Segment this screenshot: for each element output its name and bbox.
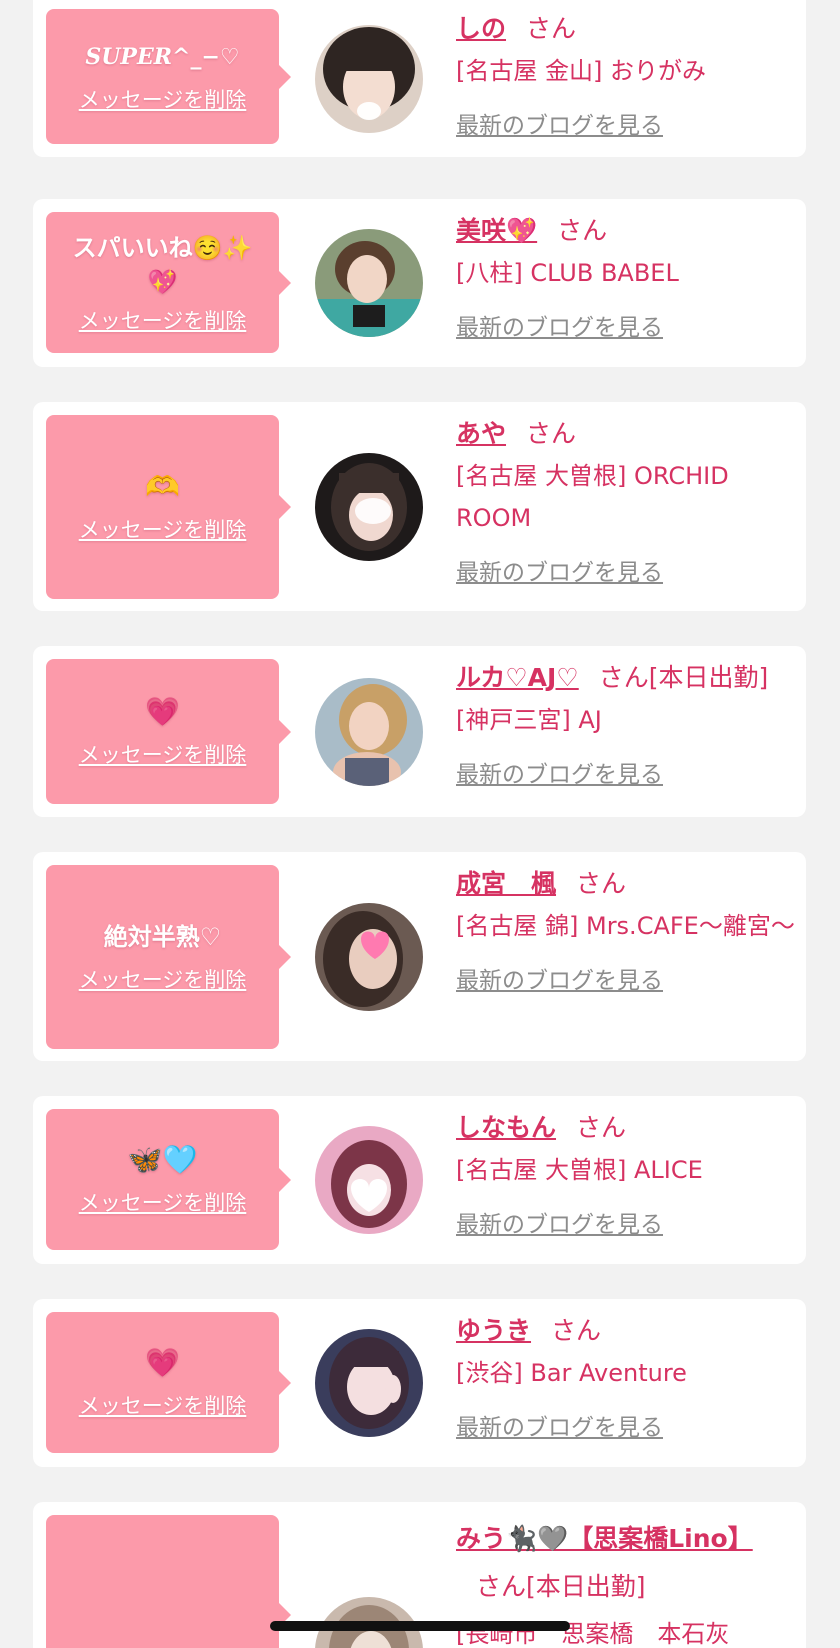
message-card: 🦋🩵 メッセージを削除 しなもん さん [名古屋 大曽根] ALICE 最新のブロ…: [33, 1096, 806, 1264]
sender-name-link[interactable]: みう🐈‍⬛🩶【思案橋Lino】: [456, 1524, 753, 1553]
message-text: 絶対半熟♡: [103, 923, 222, 951]
avatar[interactable]: [315, 1329, 423, 1437]
honorific: さん: [576, 1113, 627, 1142]
message-text: SUPER^_−♡: [85, 43, 240, 70]
honorific: さん: [476, 1572, 527, 1601]
honorific: さん: [526, 419, 577, 448]
shop-label: [八柱] CLUB BABEL: [456, 259, 679, 287]
delete-message-link[interactable]: メッセージを削除: [79, 305, 247, 335]
message-text: 💗: [145, 1345, 180, 1379]
message-card: 💗 メッセージを削除 ゆうき さん [渋谷] Bar Aventure 最新のブロ…: [33, 1299, 806, 1467]
avatar[interactable]: [315, 25, 423, 133]
status-badge: [本日出勤]: [648, 663, 769, 692]
message-card: 💗 メッセージを削除 ルカ♡AJ♡ さん[本日出勤] [神戸三宮] AJ 最新のブ…: [33, 646, 806, 817]
latest-blog-link[interactable]: 最新のブログを見る: [456, 553, 663, 587]
sender-name-link[interactable]: あや: [456, 419, 506, 448]
honorific: さん: [551, 1316, 602, 1345]
message-bubble: 💗 メッセージを削除: [46, 659, 291, 804]
avatar-photo: [315, 25, 423, 133]
shop-label: [渋谷] Bar Aventure: [456, 1359, 687, 1387]
delete-message-link[interactable]: メッセージを削除: [79, 84, 247, 114]
sender-info: ルカ♡AJ♡ さん[本日出勤] [神戸三宮] AJ 最新のブログを見る: [456, 659, 816, 789]
latest-blog-link[interactable]: 最新のブログを見る: [456, 106, 663, 140]
avatar-photo: [315, 1329, 423, 1437]
latest-blog-link[interactable]: 最新のブログを見る: [456, 755, 663, 789]
sender-info: しの さん [名古屋 金山] おりがみ 最新のブログを見る: [456, 10, 796, 140]
avatar[interactable]: [315, 678, 423, 786]
honorific: さん: [576, 869, 627, 898]
message-text: 💗: [145, 694, 180, 728]
message-text: 🦋🩵: [127, 1142, 198, 1176]
message-card: SUPER^_−♡ メッセージを削除 しの さん [名古屋 金山] おりがみ 最新…: [33, 0, 806, 157]
sender-info: しなもん さん [名古屋 大曽根] ALICE 最新のブログを見る: [456, 1109, 796, 1239]
message-card: 絶対半熟♡ メッセージを削除 成宮 楓さん [名古屋 錦] Mrs.CAFE〜離…: [33, 852, 806, 1061]
sender-name-link[interactable]: ルカ♡AJ♡: [456, 663, 579, 692]
delete-message-link[interactable]: メッセージを削除: [79, 1390, 247, 1420]
message-bubble: 絶対半熟♡ メッセージを削除: [46, 865, 291, 1049]
message-list: SUPER^_−♡ メッセージを削除 しの さん [名古屋 金山] おりがみ 最新…: [0, 0, 840, 1648]
delete-message-link[interactable]: メッセージを削除: [79, 739, 247, 769]
avatar[interactable]: [315, 903, 423, 1011]
message-bubble: スパいいね☺️✨ 💖 メッセージを削除: [46, 212, 291, 353]
sender-name-link[interactable]: 成宮 楓: [456, 869, 556, 898]
avatar[interactable]: [315, 1126, 423, 1234]
latest-blog-link[interactable]: 最新のブログを見る: [456, 308, 663, 342]
message-bubble: 🦋🩵 メッセージを削除: [46, 1109, 291, 1250]
avatar-photo: [315, 678, 423, 786]
message-card: 🫶 メッセージを削除 あや さん [名古屋 大曽根] ORCHID ROOM 最新…: [33, 402, 806, 611]
message-text: 🫶: [145, 470, 180, 503]
honorific: さん: [557, 216, 608, 245]
avatar-photo: [315, 453, 423, 561]
message-bubble: 🐈‍⬛🩶❕: [46, 1515, 291, 1648]
honorific: さん: [598, 663, 649, 692]
avatar-photo: [315, 903, 423, 1011]
shop-label: [名古屋 錦] Mrs.CAFE〜離宮〜: [456, 912, 795, 940]
message-bubble: SUPER^_−♡ メッセージを削除: [46, 9, 291, 144]
delete-message-link[interactable]: メッセージを削除: [79, 964, 247, 994]
message-card: スパいいね☺️✨ 💖 メッセージを削除 美咲💖 さん [八柱] CLUB BABE…: [33, 199, 806, 367]
message-bubble: 🫶 メッセージを削除: [46, 415, 291, 599]
sender-name-link[interactable]: しの: [456, 14, 506, 43]
latest-blog-link[interactable]: 最新のブログを見る: [456, 1408, 663, 1442]
sender-info: あや さん [名古屋 大曽根] ORCHID ROOM 最新のブログを見る: [456, 415, 796, 587]
home-indicator[interactable]: [270, 1621, 570, 1631]
sender-name-link[interactable]: ゆうき: [456, 1316, 531, 1345]
avatar-photo: [315, 229, 423, 337]
latest-blog-link[interactable]: 最新のブログを見る: [456, 961, 663, 995]
sender-info: ゆうき さん [渋谷] Bar Aventure 最新のブログを見る: [456, 1312, 796, 1442]
delete-message-link[interactable]: メッセージを削除: [79, 514, 247, 544]
sender-name-link[interactable]: 美咲💖: [456, 216, 537, 245]
latest-blog-link[interactable]: 最新のブログを見る: [456, 1205, 663, 1239]
sender-info: 成宮 楓さん [名古屋 錦] Mrs.CAFE〜離宮〜 最新のブログを見る: [456, 865, 796, 995]
shop-label: [名古屋 大曽根] ALICE: [456, 1156, 703, 1184]
avatar[interactable]: [315, 229, 423, 337]
message-bubble: 💗 メッセージを削除: [46, 1312, 291, 1453]
avatar-photo: [315, 1126, 423, 1234]
avatar[interactable]: [315, 453, 423, 561]
shop-label: [神戸三宮] AJ: [456, 706, 602, 734]
sender-info: 美咲💖 さん [八柱] CLUB BABEL 最新のブログを見る: [456, 212, 796, 342]
honorific: さん: [526, 14, 577, 43]
message-text: スパいいね☺️✨ 💖: [72, 233, 253, 296]
sender-name-link[interactable]: しなもん: [456, 1113, 556, 1142]
status-badge: [本日出勤]: [526, 1572, 646, 1601]
delete-message-link[interactable]: メッセージを削除: [79, 1187, 247, 1217]
shop-label: [名古屋 金山] おりがみ: [456, 57, 706, 85]
shop-label: [名古屋 大曽根] ORCHID ROOM: [456, 462, 729, 532]
